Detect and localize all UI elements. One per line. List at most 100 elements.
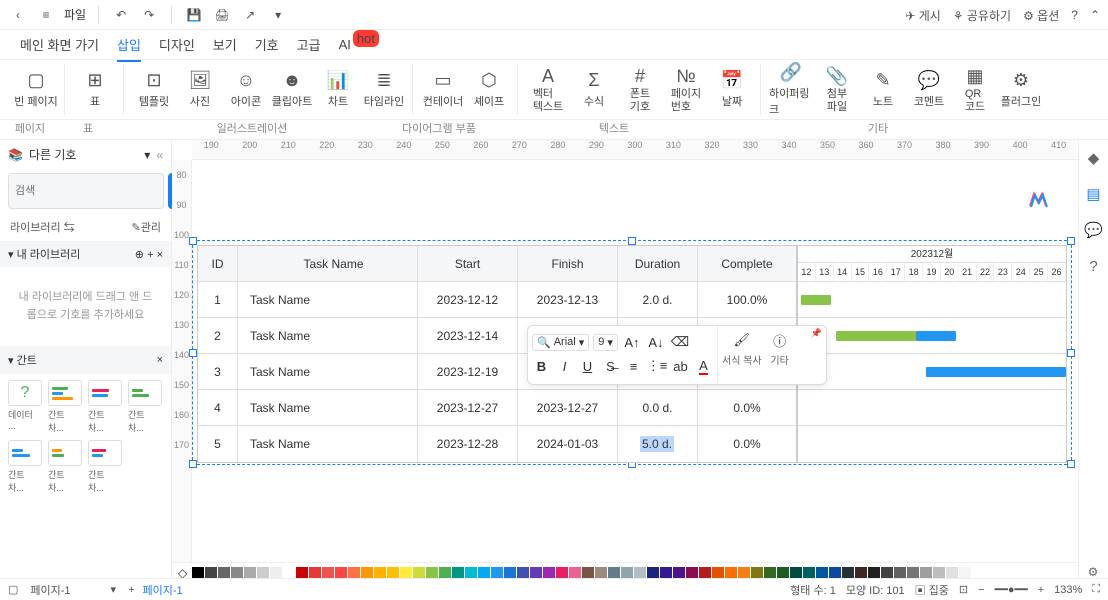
- color-swatch[interactable]: [595, 567, 607, 579]
- size-select[interactable]: 9 ▾: [593, 334, 618, 351]
- thumbnail[interactable]: ?데이터 ...: [8, 380, 42, 434]
- container-button[interactable]: ▭컨테이너: [421, 64, 465, 116]
- color-swatch[interactable]: [868, 567, 880, 579]
- bullist-icon[interactable]: ⋮≡: [647, 356, 667, 376]
- color-swatch[interactable]: [907, 567, 919, 579]
- thumbnail[interactable]: 간트 차...: [88, 380, 122, 434]
- color-swatch[interactable]: [738, 567, 750, 579]
- redo-icon[interactable]: ↷: [139, 5, 159, 25]
- pageno-button[interactable]: №페이지 번호: [664, 64, 708, 116]
- save-icon[interactable]: 💾: [184, 5, 204, 25]
- zoom-slider[interactable]: ━━●━━: [995, 583, 1028, 596]
- table-button[interactable]: ⊞표: [73, 64, 117, 116]
- color-swatch[interactable]: [556, 567, 568, 579]
- formula-button[interactable]: Σ수식: [572, 64, 616, 116]
- menu-icon[interactable]: ≡: [36, 5, 56, 25]
- color-swatch[interactable]: [660, 567, 672, 579]
- dropdown-icon[interactable]: ▾: [144, 148, 150, 162]
- color-swatch[interactable]: [764, 567, 776, 579]
- color-swatch[interactable]: [699, 567, 711, 579]
- color-swatch[interactable]: [829, 567, 841, 579]
- color-swatch[interactable]: [452, 567, 464, 579]
- library-label[interactable]: 라이브러리 ⇆: [10, 219, 75, 235]
- pin-icon[interactable]: 📌: [811, 328, 822, 339]
- tab-design[interactable]: 디자인: [159, 35, 195, 54]
- add-page-icon[interactable]: +: [128, 584, 134, 596]
- color-swatch[interactable]: [751, 567, 763, 579]
- color-swatch[interactable]: [686, 567, 698, 579]
- color-swatch[interactable]: [803, 567, 815, 579]
- thumbnail[interactable]: 간트 차...: [48, 380, 82, 434]
- fit-icon[interactable]: ⊡: [959, 583, 968, 596]
- color-swatch[interactable]: [647, 567, 659, 579]
- thumbnail[interactable]: 간트 차...: [88, 440, 122, 494]
- color-swatch[interactable]: [504, 567, 516, 579]
- share-button[interactable]: ⚘ 공유하기: [953, 7, 1011, 24]
- color-swatch[interactable]: [192, 567, 204, 579]
- fontsymbol-button[interactable]: #폰트 기호: [618, 64, 662, 116]
- vectortext-button[interactable]: A벡터 텍스트: [526, 64, 570, 116]
- color-swatch[interactable]: [387, 567, 399, 579]
- print-icon[interactable]: 🖨: [212, 5, 232, 25]
- color-swatch[interactable]: [959, 567, 971, 579]
- tab-home[interactable]: 메인 화면 가기: [20, 35, 99, 54]
- zoom-out-icon[interactable]: −: [978, 584, 984, 596]
- comment-button[interactable]: 💬코멘트: [907, 64, 951, 116]
- attach-button[interactable]: 📎첨부 파일: [815, 64, 859, 116]
- color-swatch[interactable]: [569, 567, 581, 579]
- help-icon[interactable]: ?: [1071, 8, 1078, 22]
- export-icon[interactable]: ↗: [240, 5, 260, 25]
- add-icon[interactable]: ⊕: [135, 249, 144, 261]
- color-swatch[interactable]: [530, 567, 542, 579]
- color-swatch[interactable]: [920, 567, 932, 579]
- layout-icon[interactable]: ▢: [8, 583, 18, 596]
- color-swatch[interactable]: [608, 567, 620, 579]
- fullscreen-icon[interactable]: ⛶: [1092, 583, 1100, 596]
- color-swatch[interactable]: [205, 567, 217, 579]
- color-swatch[interactable]: [543, 567, 555, 579]
- comment-icon[interactable]: 💬: [1084, 220, 1104, 240]
- thumbnail[interactable]: 간트 차...: [48, 440, 82, 494]
- color-icon[interactable]: A: [694, 356, 713, 376]
- color-swatch[interactable]: [296, 567, 308, 579]
- plugin-button[interactable]: ⚙플러그인: [999, 64, 1043, 116]
- underline-icon[interactable]: U: [578, 356, 597, 376]
- manage-link[interactable]: ✎관리: [132, 219, 161, 235]
- color-swatch[interactable]: [894, 567, 906, 579]
- page-tab[interactable]: 페이지-1: [143, 582, 183, 598]
- color-swatch[interactable]: [283, 567, 295, 579]
- color-swatch[interactable]: [946, 567, 958, 579]
- color-swatch[interactable]: [855, 567, 867, 579]
- color-swatch[interactable]: [465, 567, 477, 579]
- properties-icon[interactable]: ▤: [1084, 184, 1104, 204]
- color-swatch[interactable]: [478, 567, 490, 579]
- zoom-in-icon[interactable]: +: [1038, 584, 1044, 596]
- increase-font-icon[interactable]: A↑: [622, 332, 642, 352]
- collapse-icon[interactable]: ⌃: [1090, 8, 1100, 22]
- gantt-section-header[interactable]: ▾ 간트 ×: [0, 346, 171, 374]
- strike-icon[interactable]: S̶: [601, 356, 620, 376]
- color-swatch[interactable]: [309, 567, 321, 579]
- close-icon[interactable]: ×: [157, 249, 163, 261]
- color-swatch[interactable]: [348, 567, 360, 579]
- template-button[interactable]: ⊡템플릿: [132, 64, 176, 116]
- mylib-header[interactable]: ▾ 내 라이브러리 ⊕ + ×: [0, 241, 171, 267]
- color-swatch[interactable]: [933, 567, 945, 579]
- color-swatch[interactable]: [426, 567, 438, 579]
- color-swatch[interactable]: [777, 567, 789, 579]
- undo-icon[interactable]: ↶: [111, 5, 131, 25]
- format-painter-icon[interactable]: 🖌: [732, 330, 752, 350]
- photo-button[interactable]: 🖼사진: [178, 64, 222, 116]
- plus-icon[interactable]: +: [147, 249, 153, 261]
- thumbnail[interactable]: 간트 차...: [8, 440, 42, 494]
- focus-button[interactable]: ▣ 집중: [915, 582, 949, 598]
- fill-icon[interactable]: ◆: [1084, 148, 1104, 168]
- color-swatch[interactable]: [673, 567, 685, 579]
- qr-button[interactable]: ▦QR 코드: [953, 64, 997, 116]
- color-swatch[interactable]: [517, 567, 529, 579]
- color-swatch[interactable]: [244, 567, 256, 579]
- decrease-font-icon[interactable]: A↓: [646, 332, 666, 352]
- color-swatch[interactable]: [361, 567, 373, 579]
- clear-format-icon[interactable]: ⌫: [670, 332, 690, 352]
- color-swatch[interactable]: [881, 567, 893, 579]
